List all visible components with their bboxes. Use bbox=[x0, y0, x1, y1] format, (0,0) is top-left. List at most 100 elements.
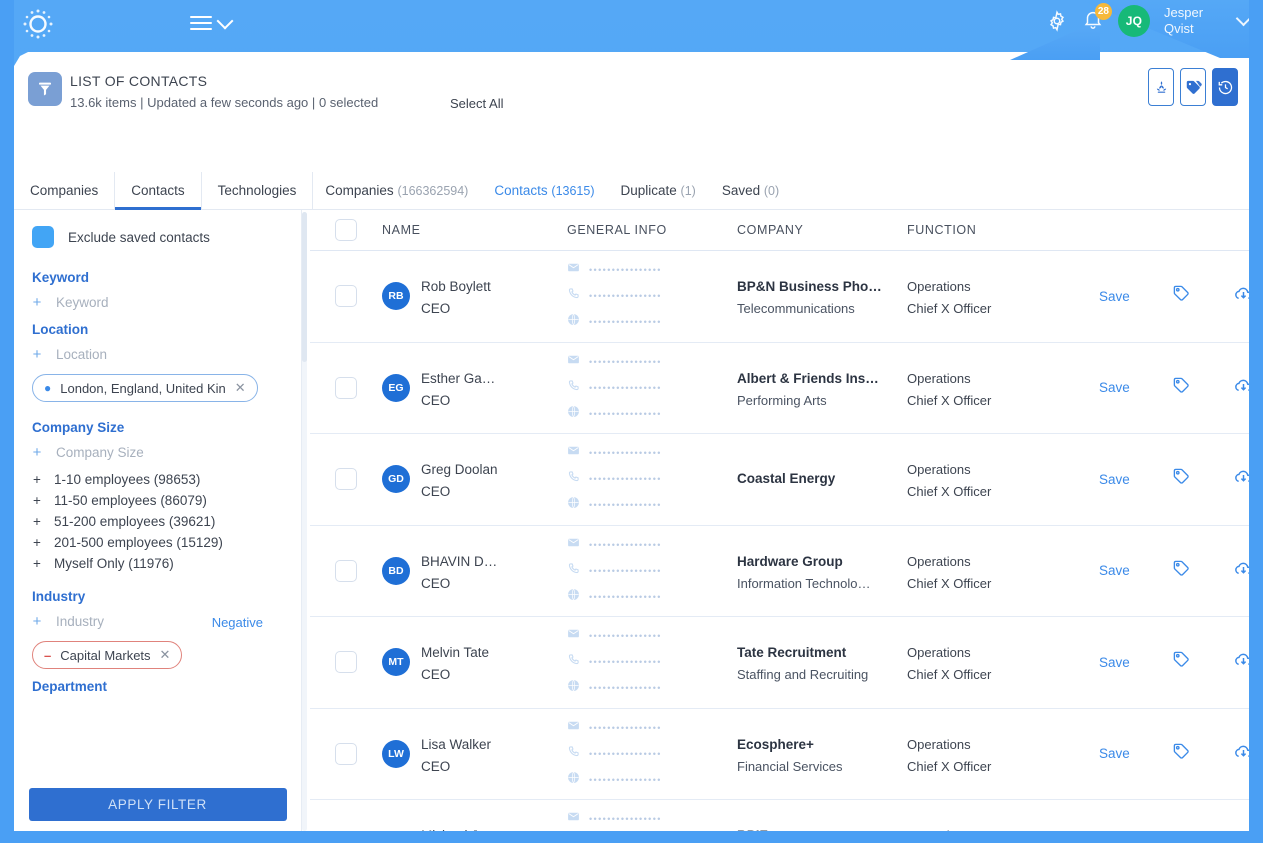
user-name: Jesper Qvist bbox=[1164, 5, 1224, 37]
tag-icon[interactable] bbox=[1172, 559, 1191, 583]
globe-icon bbox=[567, 679, 580, 697]
plus-icon: + bbox=[32, 473, 42, 487]
list-meta: 13.6k items | Updated a few seconds ago … bbox=[70, 95, 378, 110]
import-icon[interactable] bbox=[1148, 68, 1174, 106]
company-name[interactable]: Coastal Energy bbox=[737, 466, 897, 492]
company-name[interactable]: Tate Recruitment bbox=[737, 640, 897, 666]
phone-icon bbox=[567, 379, 580, 397]
tab-technologies[interactable]: Technologies bbox=[202, 172, 314, 209]
contact-name[interactable]: Rob Boylett bbox=[421, 274, 491, 300]
menu-button[interactable] bbox=[190, 16, 231, 30]
save-button[interactable]: Save bbox=[1099, 289, 1130, 304]
keyword-placeholder: Keyword bbox=[56, 295, 109, 310]
avatar[interactable]: JQ bbox=[1118, 5, 1150, 37]
table-row[interactable]: RBRob BoylettCEO••••••••••••••••••••••••… bbox=[310, 251, 1263, 343]
close-icon[interactable]: ✕ bbox=[235, 380, 246, 396]
row-name-cell: GDGreg DoolanCEO bbox=[382, 457, 567, 501]
save-button[interactable]: Save bbox=[1099, 655, 1130, 670]
location-input[interactable]: + Location bbox=[32, 347, 283, 362]
column-header-general-info[interactable]: GENERAL INFO bbox=[567, 223, 737, 237]
row-checkbox[interactable] bbox=[335, 651, 357, 673]
company-size-input[interactable]: + Company Size bbox=[32, 445, 283, 460]
save-button[interactable]: Save bbox=[1099, 563, 1130, 578]
company-name[interactable]: Ecosphere+ bbox=[737, 732, 897, 758]
table-header: NAME GENERAL INFO COMPANY FUNCTION bbox=[310, 210, 1263, 251]
sidebar-scrollbar[interactable] bbox=[302, 212, 307, 831]
exclude-saved-contacts-checkbox[interactable] bbox=[32, 226, 54, 248]
sunburst-logo[interactable] bbox=[22, 8, 54, 40]
table-row[interactable]: EGEsther Ga…CEO•••••••••••••••••••••••••… bbox=[310, 343, 1263, 435]
row-function-cell: OperationsChief X Officer bbox=[907, 366, 1087, 410]
select-all-button[interactable]: Select All bbox=[450, 96, 503, 111]
company-size-option[interactable]: + 1-10 employees (98653) bbox=[32, 472, 283, 487]
tag-icon[interactable] bbox=[1172, 742, 1191, 766]
location-chip[interactable]: ● London, England, United Kin ✕ bbox=[32, 374, 258, 402]
table-row[interactable]: MTMelvin TateCEO••••••••••••••••••••••••… bbox=[310, 617, 1263, 709]
company-name[interactable]: BP&N Business Pho… bbox=[737, 274, 897, 300]
company-size-option[interactable]: + Myself Only (11976) bbox=[32, 556, 283, 571]
table-row[interactable]: GDGreg DoolanCEO••••••••••••••••••••••••… bbox=[310, 434, 1263, 526]
row-checkbox[interactable] bbox=[335, 468, 357, 490]
general-info-line: •••••••••••••••• bbox=[567, 771, 737, 789]
function-name: Operations bbox=[907, 274, 1087, 300]
contact-name[interactable]: Lisa Walker bbox=[421, 732, 491, 758]
industry-chip[interactable]: – Capital Markets ✕ bbox=[32, 641, 182, 669]
select-all-checkbox[interactable] bbox=[335, 219, 357, 241]
row-checkbox[interactable] bbox=[335, 743, 357, 765]
tag-icon[interactable] bbox=[1172, 650, 1191, 674]
result-tab-companies[interactable]: Companies (166362594) bbox=[325, 183, 468, 198]
notifications-button[interactable]: 28 bbox=[1082, 8, 1104, 35]
function-role: Chief X Officer bbox=[907, 575, 1087, 593]
phone-icon bbox=[567, 745, 580, 763]
filter-group-location: Location + Location ● London, England, U… bbox=[32, 322, 283, 406]
location-placeholder: Location bbox=[56, 347, 107, 362]
table-row[interactable]: LWLisa WalkerCEO••••••••••••••••••••••••… bbox=[310, 709, 1263, 801]
table-row[interactable]: BDBHAVIN D…CEO••••••••••••••••••••••••••… bbox=[310, 526, 1263, 618]
row-checkbox[interactable] bbox=[335, 377, 357, 399]
save-button[interactable]: Save bbox=[1099, 472, 1130, 487]
industry-negative-toggle[interactable]: Negative bbox=[212, 615, 263, 630]
row-checkbox[interactable] bbox=[335, 560, 357, 582]
tag-icon[interactable] bbox=[1172, 376, 1191, 400]
apply-filter-button[interactable]: APPLY FILTER bbox=[29, 788, 287, 821]
result-tab-duplicate[interactable]: Duplicate (1) bbox=[621, 183, 696, 198]
tab-contacts[interactable]: Contacts bbox=[115, 172, 201, 209]
company-name[interactable]: BPIF bbox=[737, 823, 897, 831]
row-checkbox[interactable] bbox=[335, 285, 357, 307]
company-size-option[interactable]: + 11-50 employees (86079) bbox=[32, 493, 283, 508]
company-size-option[interactable]: + 51-200 employees (39621) bbox=[32, 514, 283, 529]
contact-name[interactable]: BHAVIN D… bbox=[421, 549, 497, 575]
contact-name[interactable]: Greg Doolan bbox=[421, 457, 498, 483]
row-function-cell: OperationsChief X Officer bbox=[907, 640, 1087, 684]
company-size-option[interactable]: + 201-500 employees (15129) bbox=[32, 535, 283, 550]
tag-icon[interactable] bbox=[1172, 467, 1191, 491]
tab-companies[interactable]: Companies bbox=[14, 172, 115, 209]
column-header-name[interactable]: NAME bbox=[382, 223, 567, 237]
general-info-line: •••••••••••••••• bbox=[567, 627, 737, 645]
keyword-input[interactable]: + Keyword bbox=[32, 295, 283, 310]
gear-icon[interactable] bbox=[1046, 10, 1068, 32]
row-checkbox-cell bbox=[310, 743, 382, 765]
table-row[interactable]: MJMichael Jo…CEO••••••••••••••••••••••••… bbox=[310, 800, 1263, 831]
result-tab-saved[interactable]: Saved (0) bbox=[722, 183, 779, 198]
map-pin-icon: ● bbox=[44, 381, 51, 395]
tag-icon[interactable] bbox=[1172, 284, 1191, 308]
save-button[interactable]: Save bbox=[1099, 380, 1130, 395]
tag-icon[interactable] bbox=[1180, 68, 1206, 106]
company-name[interactable]: Albert & Friends Ins… bbox=[737, 366, 897, 392]
column-header-function[interactable]: FUNCTION bbox=[907, 223, 1087, 237]
column-header-company[interactable]: COMPANY bbox=[737, 223, 907, 237]
contact-name[interactable]: Michael Jo… bbox=[421, 823, 499, 831]
contact-name[interactable]: Melvin Tate bbox=[421, 640, 489, 666]
row-company-cell: Coastal Energy bbox=[737, 466, 907, 492]
result-tab-contacts[interactable]: Contacts (13615) bbox=[494, 183, 594, 198]
sidebar-scrollbar-thumb[interactable] bbox=[302, 212, 307, 362]
close-icon[interactable]: ✕ bbox=[160, 647, 171, 663]
company-name[interactable]: Hardware Group bbox=[737, 549, 897, 575]
row-actions-cell: Save bbox=[1087, 283, 1263, 309]
save-button[interactable]: Save bbox=[1099, 746, 1130, 761]
email-icon bbox=[567, 719, 580, 737]
exclude-saved-contacts-row[interactable]: Exclude saved contacts bbox=[32, 226, 283, 248]
history-icon[interactable] bbox=[1212, 68, 1238, 106]
contact-name[interactable]: Esther Ga… bbox=[421, 366, 495, 392]
